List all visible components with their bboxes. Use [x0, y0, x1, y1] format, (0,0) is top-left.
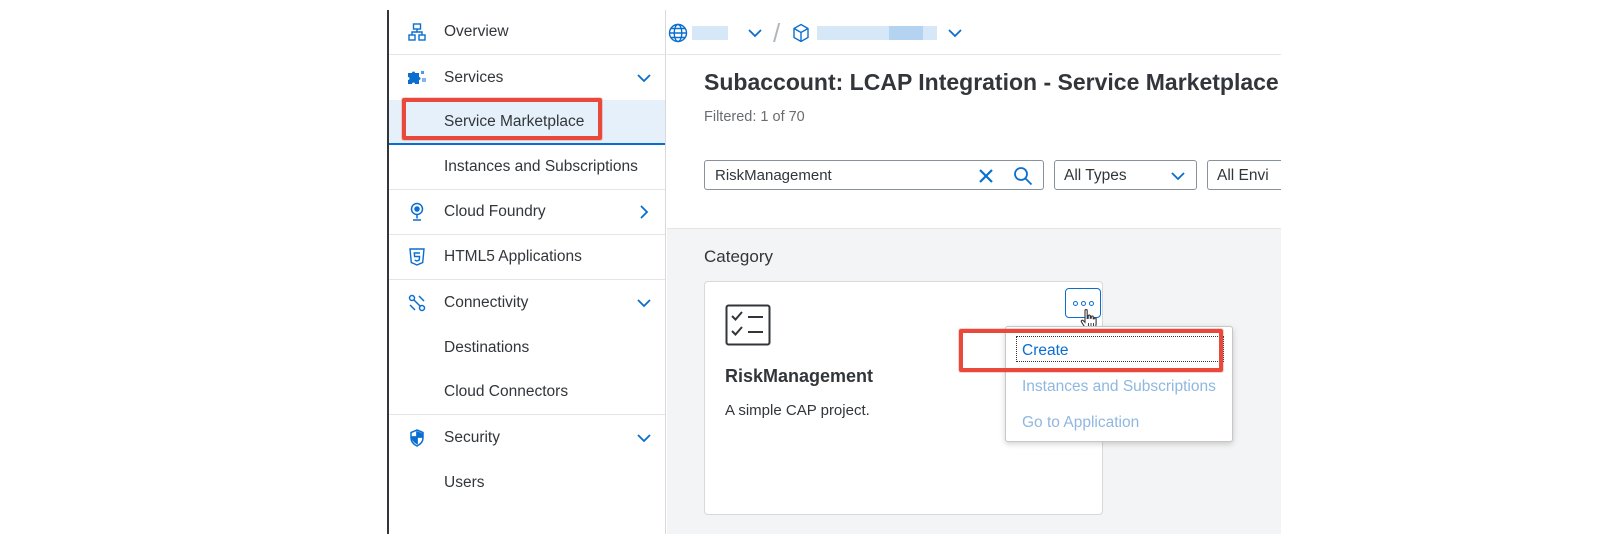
sidebar-item-label: Destinations	[444, 338, 530, 356]
search-icon[interactable]	[1013, 166, 1033, 186]
sidebar-item-label: Instances and Subscriptions	[444, 158, 638, 175]
menu-item-go-to-application[interactable]: Go to Application	[1006, 405, 1234, 441]
service-tile[interactable]: RiskManagement A simple CAP project. Cre…	[704, 281, 1233, 515]
redacted-subaccount-tail	[889, 26, 923, 40]
sidebar-item-label: Cloud Connectors	[444, 383, 569, 400]
breadcrumb-separator: /	[773, 18, 781, 48]
sidebar-item-label: Services	[444, 68, 504, 86]
sidebar-item-users[interactable]: Users	[389, 460, 665, 505]
redacted-subaccount	[817, 26, 889, 40]
environment-filter-select[interactable]: All Envi	[1207, 160, 1281, 190]
menu-item-label: Instances and Subscriptions	[1022, 378, 1216, 395]
tile-description: A simple CAP project.	[725, 402, 870, 419]
type-filter-select[interactable]: All Types	[1054, 160, 1197, 190]
pin-icon	[407, 202, 427, 222]
close-icon[interactable]	[977, 167, 995, 185]
search-field[interactable]	[704, 160, 1044, 190]
category-heading: Category	[704, 247, 773, 266]
page-title: Subaccount: LCAP Integration - Service M…	[704, 69, 1279, 95]
overflow-dot	[1080, 300, 1086, 306]
checklist-icon	[725, 304, 773, 348]
sidebar-item-label: Overview	[444, 23, 509, 40]
sidebar-item-overview[interactable]: Overview	[389, 10, 665, 55]
redacted-global-account	[692, 26, 728, 40]
chevron-down-icon[interactable]	[947, 25, 963, 41]
html5-icon	[407, 247, 427, 267]
main-content: / Subaccount: LCAP Integration - Service…	[667, 10, 1281, 534]
sidebar-item-connectivity[interactable]: Connectivity	[389, 280, 665, 325]
sidebar-item-cloud-foundry[interactable]: Cloud Foundry	[389, 190, 665, 235]
sidebar-item-label: Security	[444, 428, 500, 446]
sidebar-item-service-marketplace[interactable]: Service Marketplace	[389, 100, 665, 145]
hierarchy-icon	[407, 22, 427, 42]
sidebar-item-html5-applications[interactable]: HTML5 Applications	[389, 235, 665, 280]
sidebar-item-label: HTML5 Applications	[444, 248, 582, 265]
environment-filter-value: All Envi	[1217, 167, 1269, 184]
chevron-down-icon[interactable]	[636, 70, 652, 86]
sidebar-item-security[interactable]: Security	[389, 415, 665, 460]
filter-count: Filtered: 1 of 70	[704, 109, 805, 125]
overflow-dot	[1072, 300, 1078, 306]
puzzle-icon	[407, 68, 427, 88]
sidebar-item-instances-and-subscriptions[interactable]: Instances and Subscriptions	[389, 145, 665, 190]
sidebar-item-cloud-connectors[interactable]: Cloud Connectors	[389, 370, 665, 415]
sidebar-item-services[interactable]: Services	[389, 55, 665, 100]
sidebar-nav: Overview Services Service Marketplace In…	[389, 10, 666, 534]
actions-menu: Create Instances and Subscriptions Go to…	[1005, 326, 1233, 442]
sidebar-item-cut-off[interactable]	[389, 505, 665, 534]
sidebar-item-label: Service Marketplace	[444, 112, 585, 130]
sidebar-item-label: Users	[444, 473, 485, 491]
overflow-dot	[1088, 300, 1094, 306]
shield-icon	[407, 428, 427, 448]
sidebar-item-destinations[interactable]: Destinations	[389, 325, 665, 370]
menu-item-label: Create	[1022, 342, 1069, 359]
menu-item-label: Go to Application	[1022, 414, 1140, 431]
marketplace-tiles-area: Category RiskManagement A simple CAP pro…	[667, 228, 1281, 534]
tile-title: RiskManagement	[725, 366, 874, 386]
menu-item-create[interactable]: Create	[1006, 333, 1234, 369]
breadcrumb: /	[667, 10, 1281, 55]
chevron-down-icon[interactable]	[636, 295, 652, 311]
redacted-subaccount-end	[923, 26, 937, 40]
sidebar-item-label: Cloud Foundry	[444, 203, 546, 220]
chevron-right-icon[interactable]	[636, 204, 652, 220]
chevron-down-icon	[1170, 168, 1186, 184]
globe-icon[interactable]	[668, 23, 688, 43]
connection-icon	[407, 293, 427, 313]
menu-item-instances-and-subscriptions[interactable]: Instances and Subscriptions	[1006, 369, 1234, 405]
type-filter-value: All Types	[1064, 167, 1127, 184]
cube-icon[interactable]	[792, 23, 812, 43]
search-input[interactable]	[715, 165, 965, 185]
chevron-down-icon[interactable]	[747, 25, 763, 41]
chevron-down-icon[interactable]	[636, 430, 652, 446]
sidebar-item-label: Connectivity	[444, 293, 529, 311]
